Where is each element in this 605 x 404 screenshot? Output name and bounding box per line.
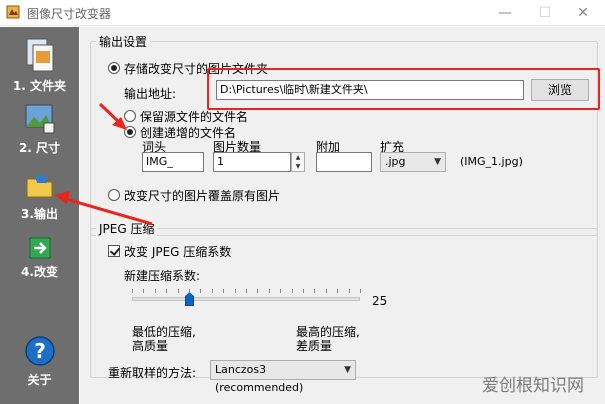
slider-tick xyxy=(189,289,190,293)
jpeg-change-label: 改变 JPEG 压缩系数 xyxy=(124,245,232,259)
chevron-down-icon: ▼ xyxy=(434,157,441,167)
count-stepper[interactable]: ▲ ▼ xyxy=(291,152,305,172)
help-icon: ? xyxy=(24,336,55,366)
folder-output-icon xyxy=(26,175,52,198)
sidebar-item-size[interactable]: 2. 尺寸 xyxy=(0,103,79,156)
app-icon xyxy=(6,5,20,19)
sidebar-item-label: 1. 文件夹 xyxy=(12,79,67,93)
sidebar-item-label: 关于 xyxy=(27,373,52,387)
sidebar: 1. 文件夹 2. 尺寸 3.输出 4.改变 ? 关于 xyxy=(0,27,79,404)
slider-tick xyxy=(291,289,293,293)
overwrite-label: 改变尺寸的图片覆盖原有图片 xyxy=(124,189,281,203)
address-label: 输出地址: xyxy=(124,87,177,101)
slider-tick xyxy=(314,289,316,293)
slider-tick xyxy=(211,289,213,293)
slider-tick xyxy=(360,289,361,293)
prefix-input[interactable]: IMG_ xyxy=(142,152,204,172)
extension-value: .jpg xyxy=(385,155,406,168)
slider-tick xyxy=(132,289,133,293)
highlight-box xyxy=(207,68,600,110)
stepper-down-icon[interactable]: ▼ xyxy=(292,162,304,171)
slider-tick xyxy=(143,289,145,293)
new-compression-label: 新建压缩系数: xyxy=(124,269,201,283)
slider-tick xyxy=(246,289,247,293)
sidebar-item-folder[interactable]: 1. 文件夹 xyxy=(0,37,79,94)
watermark-text: 爱创根知识网 xyxy=(482,376,584,396)
slider-tick xyxy=(348,289,350,293)
title-bar: 图像尺寸改变器 — ☐ ✕ xyxy=(0,0,605,26)
close-button[interactable]: ✕ xyxy=(563,0,603,26)
sidebar-item-change[interactable]: 4.改变 xyxy=(0,237,79,280)
slider-tick xyxy=(154,289,156,293)
extension-select[interactable]: .jpg ▼ xyxy=(380,152,446,172)
minimize-button[interactable]: — xyxy=(485,0,525,26)
save-folder-radio[interactable] xyxy=(108,62,120,74)
sidebar-item-label: 2. 尺寸 xyxy=(18,141,61,155)
count-input[interactable]: 1 xyxy=(213,152,291,172)
slider-tick xyxy=(234,289,236,293)
output-settings-title: 输出设置 xyxy=(96,33,151,50)
keep-name-radio[interactable] xyxy=(124,110,136,122)
increment-name-radio[interactable] xyxy=(124,126,136,138)
slider-tick xyxy=(325,289,327,293)
chevron-down-icon: ▼ xyxy=(344,365,351,375)
slider-tick xyxy=(303,289,304,293)
slider-tick xyxy=(200,289,202,293)
append-input[interactable] xyxy=(316,152,372,172)
sidebar-item-output[interactable]: 3.输出 xyxy=(0,171,79,222)
jpeg-group-title: JPEG 压缩 xyxy=(96,220,158,237)
slider-tick xyxy=(280,289,282,293)
sidebar-item-about[interactable]: ? 关于 xyxy=(0,335,79,388)
arrow-right-icon xyxy=(29,237,50,259)
maximize-button[interactable]: ☐ xyxy=(525,0,565,26)
image-resize-icon xyxy=(25,104,54,134)
stepper-up-icon[interactable]: ▲ xyxy=(292,153,304,162)
resample-select[interactable]: Lanczos3 (recommended) ▼ xyxy=(210,360,356,394)
slider-tick xyxy=(177,289,179,293)
slider-tick xyxy=(257,289,259,293)
filename-example: (IMG_1.jpg) xyxy=(460,155,523,168)
low-compression-quality: 高质量 xyxy=(132,339,169,353)
slider-tick xyxy=(166,289,168,293)
compression-slider-track[interactable] xyxy=(132,297,360,301)
resample-value: Lanczos3 (recommended) xyxy=(215,363,304,394)
compression-value: 25 xyxy=(372,294,388,308)
files-icon xyxy=(26,38,53,72)
svg-text:?: ? xyxy=(34,339,46,363)
slider-tick xyxy=(337,289,339,293)
keep-name-label: 保留源文件的文件名 xyxy=(140,110,249,124)
jpeg-change-checkbox[interactable] xyxy=(108,245,120,257)
overwrite-radio[interactable] xyxy=(108,189,120,201)
resample-label: 重新取样的方法: xyxy=(108,366,197,380)
sidebar-item-label: 3.输出 xyxy=(21,207,58,221)
slider-tick xyxy=(223,289,225,293)
high-compression-quality: 差质量 xyxy=(296,339,333,353)
slider-tick xyxy=(268,289,270,293)
sidebar-item-label: 4.改变 xyxy=(21,265,58,279)
window-title: 图像尺寸改变器 xyxy=(27,7,112,21)
